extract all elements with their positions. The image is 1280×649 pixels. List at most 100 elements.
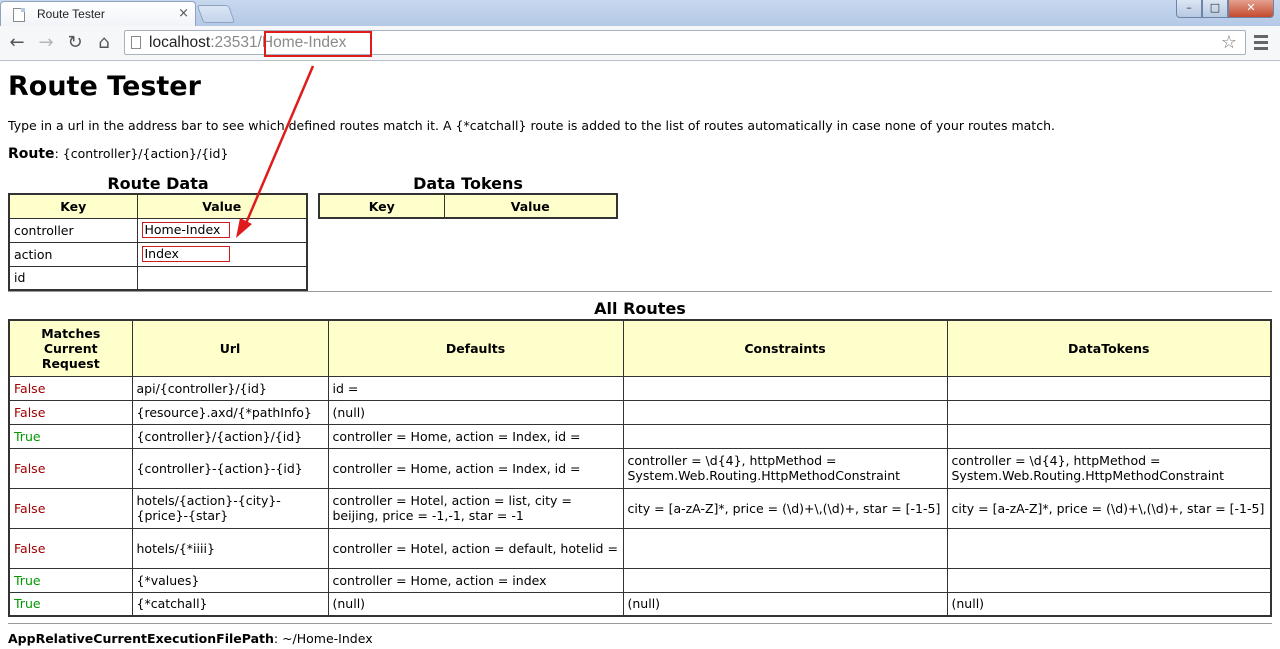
route-data-value <box>136 265 308 291</box>
route-label: Route <box>8 146 55 162</box>
constraints-cell <box>622 399 948 425</box>
table-row: False hotels/{action}-{city}-{price}-{st… <box>8 487 1272 529</box>
route-data-key: action <box>8 241 138 267</box>
match-cell: True <box>8 567 133 593</box>
datatokens-cell <box>946 567 1272 593</box>
url-cell: api/{controller}/{id} <box>131 375 329 401</box>
divider <box>8 291 1272 292</box>
datatokens-cell <box>946 527 1272 569</box>
table-row: True {controller}/{action}/{id} controll… <box>8 423 1272 449</box>
match-cell: False <box>8 527 133 569</box>
value-highlight-box: Home-Index <box>141 222 230 238</box>
route-value: : {controller}/{action}/{id} <box>54 146 229 161</box>
data-tokens-caption: Data Tokens <box>413 174 523 193</box>
table-row: False hotels/{*iiii} controller = Hotel,… <box>8 527 1272 569</box>
match-cell: False <box>8 447 133 489</box>
url-cell: hotels/{*iiii} <box>131 527 329 569</box>
value-highlight-box: Index <box>141 246 230 262</box>
menu-icon[interactable] <box>1254 35 1268 51</box>
table-row: False api/{controller}/{id} id = <box>8 375 1272 401</box>
page-content: Route Tester Type in a url in the addres… <box>0 61 1280 649</box>
all-routes-table: Matches Current Request Url Defaults Con… <box>8 319 1272 617</box>
match-cell: True <box>8 423 133 449</box>
table-row: False {controller}-{action}-{id} control… <box>8 447 1272 489</box>
datatokens-cell: controller = \d{4}, httpMethod = System.… <box>946 447 1272 489</box>
constraints-cell: (null) <box>622 591 948 617</box>
constraints-cell <box>622 527 948 569</box>
minimize-icon[interactable]: – <box>1176 0 1202 18</box>
constraints-header: Constraints <box>622 319 948 377</box>
datatokens-cell: (null) <box>946 591 1272 617</box>
back-arrow-icon[interactable]: ← <box>6 32 28 54</box>
page-icon <box>13 8 25 22</box>
bookmark-star-icon[interactable]: ☆ <box>1221 32 1237 54</box>
constraints-cell <box>622 567 948 593</box>
execution-path-value: : ~/Home-Index <box>273 631 373 646</box>
page-icon <box>131 36 141 49</box>
defaults-cell: controller = Hotel, action = list, city … <box>327 487 624 529</box>
new-tab-button[interactable] <box>196 5 236 23</box>
constraints-cell <box>622 375 948 401</box>
close-window-icon[interactable]: ✕ <box>1228 0 1274 18</box>
constraints-cell: controller = \d{4}, httpMethod = System.… <box>622 447 948 489</box>
constraints-cell <box>622 423 948 449</box>
table-row: action Index <box>8 241 308 267</box>
close-tab-icon[interactable]: × <box>178 6 189 22</box>
route-data-key: controller <box>8 217 138 243</box>
match-cell: False <box>8 399 133 425</box>
route-data-value: Home-Index <box>136 217 308 243</box>
defaults-cell: controller = Home, action = Index, id = <box>327 423 624 449</box>
defaults-cell: (null) <box>327 399 624 425</box>
url-header: Url <box>131 319 329 377</box>
defaults-header: Defaults <box>327 319 624 377</box>
datatokens-cell: city = [a-zA-Z]*, price = (\d)+\,(\d)+, … <box>946 487 1272 529</box>
tab-route-tester[interactable]: Route Tester × <box>0 1 196 26</box>
execution-path-label: AppRelativeCurrentExecutionFilePath <box>8 631 274 646</box>
match-cell: False <box>8 375 133 401</box>
route-data-key: id <box>8 265 138 291</box>
browser-toolbar: ← → ↻ ⌂ localhost:23531/Home-Index ☆ <box>0 26 1280 61</box>
tab-strip: Route Tester × – □ ✕ <box>0 0 1280 26</box>
defaults-cell: (null) <box>327 591 624 617</box>
route-data-key-header: Key <box>8 193 138 219</box>
datatokens-header: DataTokens <box>946 319 1272 377</box>
divider <box>8 623 1272 624</box>
url-cell: {controller}-{action}-{id} <box>131 447 329 489</box>
route-data-table: Key Value controller Home-Index action I… <box>8 193 308 291</box>
defaults-cell: controller = Home, action = index <box>327 567 624 593</box>
datatokens-cell <box>946 375 1272 401</box>
home-icon[interactable]: ⌂ <box>93 32 115 54</box>
url-cell: {*values} <box>131 567 329 593</box>
table-row: True {*values} controller = Home, action… <box>8 567 1272 593</box>
table-row: True {*catchall} (null) (null) (null) <box>8 591 1272 617</box>
constraints-cell: city = [a-zA-Z]*, price = (\d)+\,(\d)+, … <box>622 487 948 529</box>
table-row: False {resource}.axd/{*pathInfo} (null) <box>8 399 1272 425</box>
data-tokens-table: Key Value <box>318 193 618 219</box>
defaults-cell: controller = Hotel, action = default, ho… <box>327 527 624 569</box>
url-highlight-box <box>264 31 372 57</box>
execution-path: AppRelativeCurrentExecutionFilePath: ~/H… <box>8 631 373 646</box>
table-row: id <box>8 265 308 291</box>
route-data-value: Index <box>136 241 308 267</box>
datatokens-cell <box>946 399 1272 425</box>
maximize-icon[interactable]: □ <box>1202 0 1228 18</box>
intro-text: Type in a url in the address bar to see … <box>8 118 1055 133</box>
current-route: Route: {controller}/{action}/{id} <box>8 146 228 162</box>
table-row: controller Home-Index <box>8 217 308 243</box>
matches-header: Matches Current Request <box>8 319 133 377</box>
all-routes-caption: All Routes <box>594 299 686 318</box>
route-data-value-header: Value <box>136 193 308 219</box>
reload-icon[interactable]: ↻ <box>64 32 86 54</box>
match-cell: True <box>8 591 133 617</box>
data-tokens-value-header: Value <box>443 193 618 219</box>
defaults-cell: controller = Home, action = Index, id = <box>327 447 624 489</box>
url-cell: {controller}/{action}/{id} <box>131 423 329 449</box>
datatokens-cell <box>946 423 1272 449</box>
url-cell: {*catchall} <box>131 591 329 617</box>
route-data-caption: Route Data <box>107 174 209 193</box>
tab-title: Route Tester <box>37 7 105 21</box>
data-tokens-key-header: Key <box>318 193 445 219</box>
defaults-cell: id = <box>327 375 624 401</box>
forward-arrow-icon[interactable]: → <box>35 32 57 54</box>
url-cell: hotels/{action}-{city}-{price}-{star} <box>131 487 329 529</box>
